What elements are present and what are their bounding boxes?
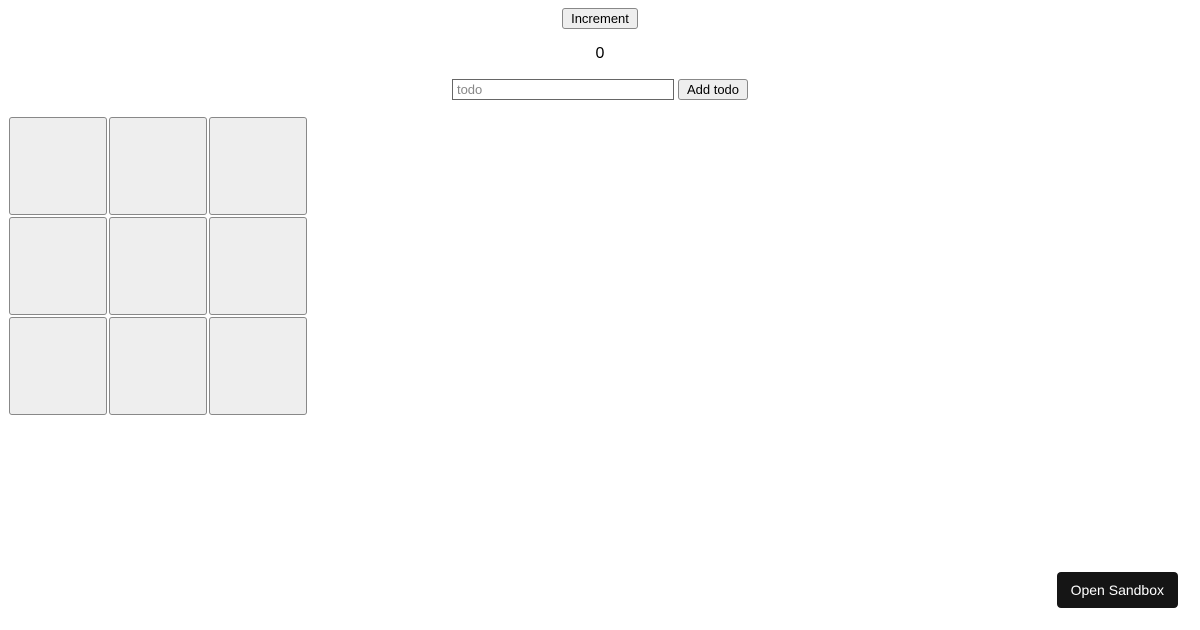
add-todo-button[interactable]: Add todo: [678, 79, 748, 100]
grid-row: [8, 116, 308, 216]
grid-cell[interactable]: [109, 317, 207, 415]
open-sandbox-button[interactable]: Open Sandbox: [1057, 572, 1178, 608]
grid-cell[interactable]: [9, 117, 107, 215]
grid-cell[interactable]: [109, 117, 207, 215]
grid-cell[interactable]: [209, 217, 307, 315]
increment-button[interactable]: Increment: [562, 8, 638, 29]
grid-cell[interactable]: [209, 317, 307, 415]
grid-cell[interactable]: [209, 117, 307, 215]
todo-row: Add todo: [452, 79, 748, 100]
todo-input[interactable]: [452, 79, 674, 100]
grid-row: [8, 316, 308, 416]
tic-tac-toe-grid: [8, 116, 308, 416]
grid-cell[interactable]: [9, 317, 107, 415]
top-controls: Increment 0 Add todo: [0, 0, 1200, 100]
grid-row: [8, 216, 308, 316]
grid-cell[interactable]: [109, 217, 207, 315]
counter-value: 0: [0, 45, 1200, 63]
grid-cell[interactable]: [9, 217, 107, 315]
